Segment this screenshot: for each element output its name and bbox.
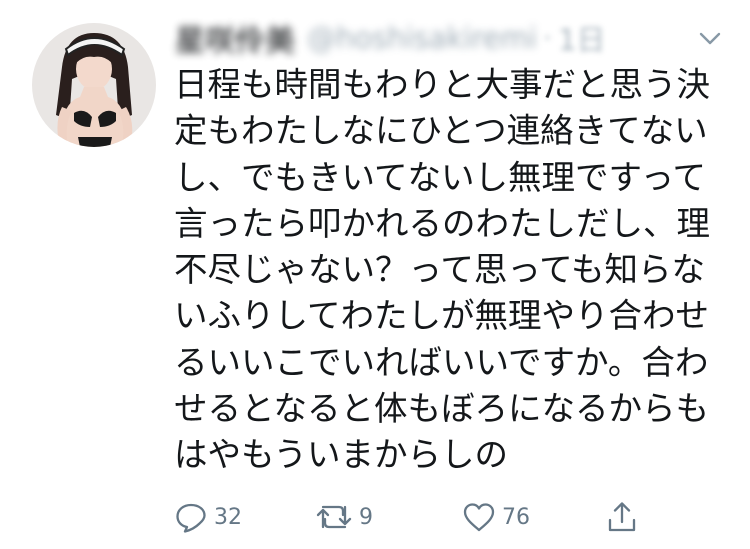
- share-button[interactable]: [606, 497, 638, 537]
- username-handle[interactable]: @hoshisakiremi: [307, 21, 537, 55]
- tweet-text-line: 言ったら叩かれるのわたしだし、理: [174, 203, 710, 243]
- chevron-down-icon[interactable]: [696, 27, 724, 49]
- avatar[interactable]: [32, 23, 156, 147]
- tweet-text-line: 不尽じゃない？って思っても知らな: [174, 250, 705, 290]
- display-name[interactable]: 星咲伶美: [175, 16, 295, 60]
- heart-icon: [462, 501, 496, 533]
- retweet-icon: [315, 501, 353, 533]
- tweet-text-line: し、でもきいてないし無理ですって: [174, 157, 706, 197]
- tweet-text-line: いふりしてわたしが無理やり合わせ: [174, 296, 709, 336]
- tweet-text-line: 日程も時間もわりと大事だと思う決: [174, 65, 710, 104]
- reply-icon: [174, 501, 208, 533]
- retweet-button[interactable]: 9: [315, 497, 373, 537]
- separator-dot: ·: [542, 21, 553, 55]
- tweet-text-line: せるとなると体もぼろになるからも: [174, 389, 709, 429]
- like-count: 76: [502, 504, 530, 530]
- tweet-text-line: るいいこでいればいいですか。合わ: [174, 342, 709, 382]
- timestamp[interactable]: 1日: [558, 17, 605, 59]
- reply-button[interactable]: 32: [174, 497, 242, 537]
- tweet-text-line: はやもういまからしの: [174, 435, 508, 475]
- tweet-header: 星咲伶美 @hoshisakiremi · 1日: [175, 14, 606, 62]
- retweet-count: 9: [359, 504, 373, 530]
- tweet-actions: 32 9 76: [0, 497, 750, 537]
- tweet: 星咲伶美 @hoshisakiremi · 1日 日程も時間もわりと大事だと思う…: [0, 0, 750, 549]
- reply-count: 32: [214, 504, 242, 530]
- like-button[interactable]: 76: [462, 497, 530, 537]
- share-icon: [606, 500, 638, 534]
- tweet-text-line: 定もわたしなにひとつ連絡きてない: [174, 111, 708, 151]
- tweet-text: 日程も時間もわりと大事だと思う決 定もわたしなにひとつ連絡きてない し、でもきい…: [174, 62, 734, 479]
